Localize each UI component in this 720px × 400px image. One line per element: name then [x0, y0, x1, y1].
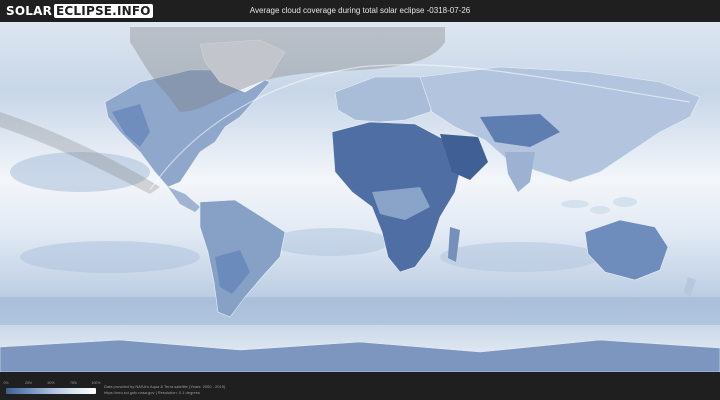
cloud-band-southern-ocean — [0, 297, 720, 325]
cloud-coverage-map — [0, 22, 720, 372]
cloud-band-south-pacific — [20, 241, 200, 273]
land-antarctica — [0, 339, 720, 372]
app-frame: SOLAR ECLIPSE.INFO Average cloud coverag… — [0, 0, 720, 400]
scale-tick-25: 25% — [24, 381, 33, 385]
cloud-band-indian — [440, 242, 600, 272]
data-credit: Data provided by NASA's Aqua & Terra sat… — [104, 384, 226, 389]
page-title: Average cloud coverage during total sola… — [249, 6, 471, 15]
data-source-link[interactable]: https://neo.sci.gsfc.nasa.gov | Resoluti… — [104, 390, 200, 395]
scale-tick-100: 100% — [91, 381, 101, 385]
cloud-coverage-scale-bar — [6, 388, 96, 394]
scale-tick-75: 75% — [69, 381, 78, 385]
header-bar: SOLAR ECLIPSE.INFO Average cloud coverag… — [0, 0, 720, 22]
world-map-svg — [0, 22, 720, 372]
scale-ticks: 0% 25% 50% 75% 100% — [3, 381, 100, 387]
cloud-band-south-atlantic — [270, 228, 390, 256]
scale-tick-50: 50% — [47, 381, 55, 385]
scale-tick-0: 0% — [3, 381, 9, 385]
